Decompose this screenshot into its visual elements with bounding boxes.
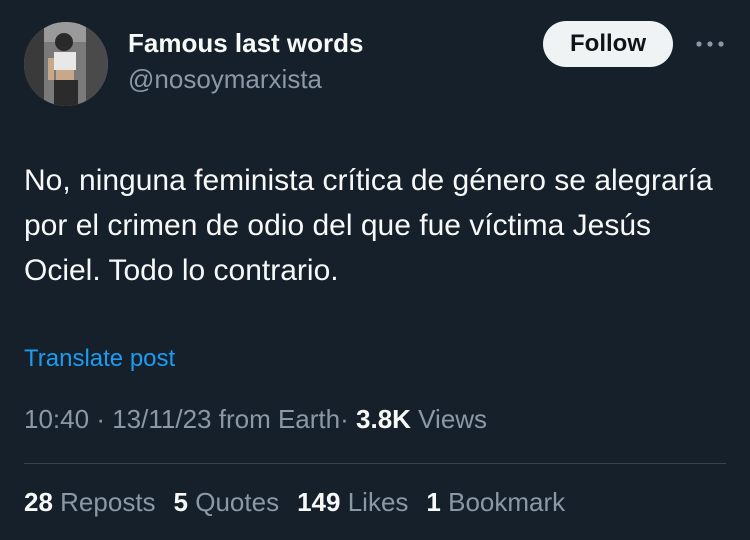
views-count: 3.8K: [356, 404, 411, 434]
likes-stat[interactable]: 149 Likes: [297, 487, 408, 518]
quotes-label: Quotes: [195, 487, 280, 517]
reposts-stat[interactable]: 28 Reposts: [24, 487, 156, 518]
views-label: Views: [418, 404, 488, 434]
bookmarks-stat[interactable]: 1 Bookmark: [426, 487, 565, 518]
post-date[interactable]: 13/11/23: [112, 404, 211, 434]
bookmarks-label: Bookmark: [448, 487, 566, 517]
more-options-button[interactable]: [690, 30, 730, 58]
translate-post-link[interactable]: Translate post: [24, 345, 175, 373]
divider: [24, 463, 726, 464]
follow-button[interactable]: Follow: [543, 21, 673, 67]
more-horizontal-icon: [696, 41, 724, 47]
likes-count: 149: [297, 487, 341, 517]
reposts-label: Reposts: [60, 487, 156, 517]
engagement-stats: 28 Reposts 5 Quotes 149 Likes 1 Bookmark: [24, 487, 565, 518]
author-handle[interactable]: @nosoymarxista: [128, 64, 322, 95]
quotes-count: 5: [173, 487, 189, 517]
reposts-count: 28: [24, 487, 53, 517]
post-time[interactable]: 10:40: [24, 404, 89, 434]
meta-separator: ·: [340, 404, 349, 434]
post-source: from Earth: [218, 404, 341, 434]
meta-separator: ·: [96, 404, 105, 434]
quotes-stat[interactable]: 5 Quotes: [174, 487, 280, 518]
tweet-text: No, ninguna feminista crítica de género …: [24, 164, 713, 287]
avatar[interactable]: [24, 22, 108, 106]
tweet-metadata: 10:40 · 13/11/23 from Earth· 3.8K Views: [24, 404, 487, 435]
profile-photo-icon: [24, 22, 108, 106]
bookmarks-count: 1: [426, 487, 441, 517]
likes-label: Likes: [347, 487, 409, 517]
author-display-name[interactable]: Famous last words: [128, 28, 364, 59]
